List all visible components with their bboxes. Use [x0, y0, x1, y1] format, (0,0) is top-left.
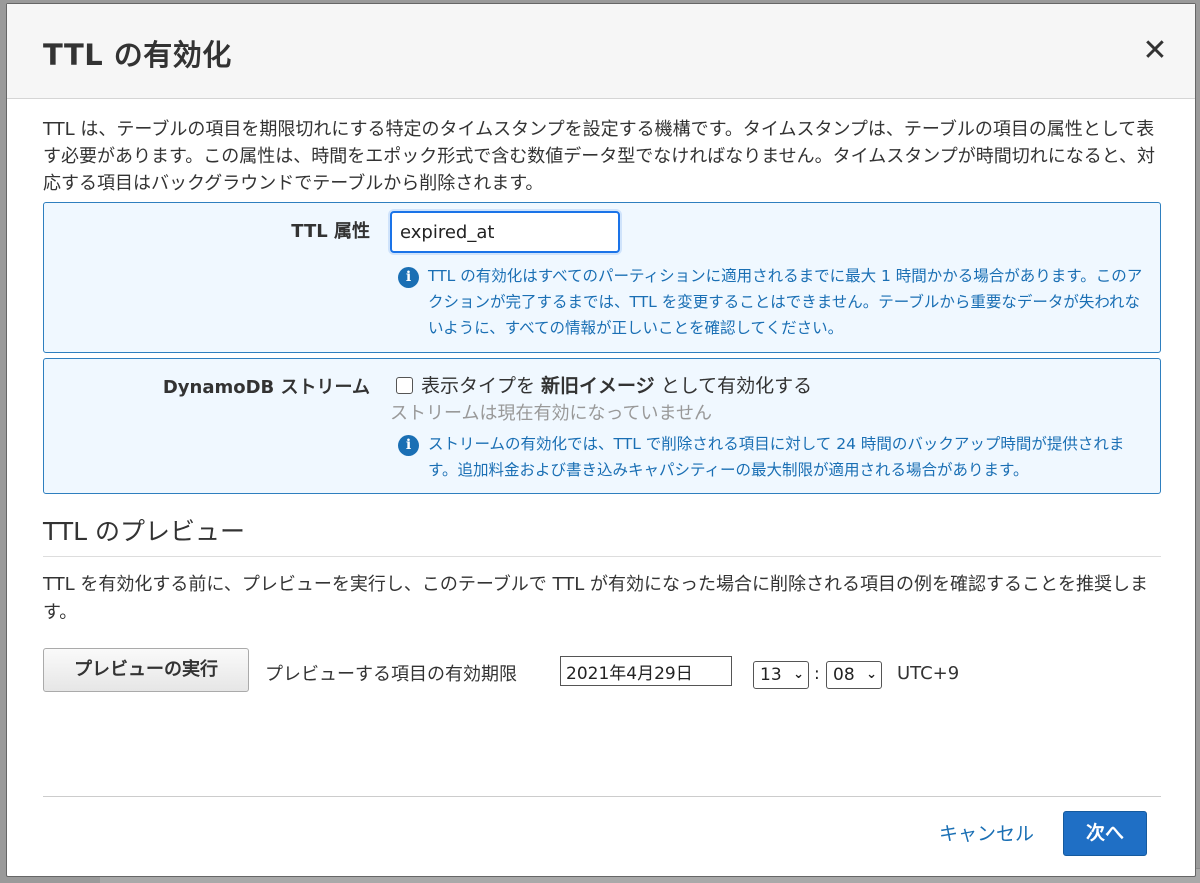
minute-value: 08 [833, 665, 855, 685]
ttl-attribute-input[interactable] [390, 211, 620, 253]
close-icon[interactable]: ✕ [1139, 36, 1171, 68]
checkbox-label-bold: 新旧イメージ [541, 375, 655, 397]
dialog-title: TTL の有効化 [43, 38, 232, 72]
time-separator: : [814, 664, 820, 684]
dialog-header: TTL の有効化 ✕ [7, 4, 1195, 99]
minute-select[interactable]: 08 ⌄ [826, 661, 882, 689]
ttl-attribute-panel: TTL 属性 i TTL の有効化はすべてのパーティションに適用されるまでに最大… [43, 202, 1161, 353]
expiry-label: プレビューする項目の有効期限 [265, 664, 517, 685]
section-divider [43, 556, 1161, 557]
ttl-info-text: TTL の有効化はすべてのパーティションに適用されるまでに最大 1 時間かかる場… [428, 267, 1143, 337]
expiry-date-input[interactable] [560, 656, 732, 686]
stream-enable-checkbox[interactable] [396, 377, 413, 394]
intro-text: TTL は、テーブルの項目を期限切れにする特定のタイムスタンプを設定する機構です… [43, 119, 1156, 194]
preview-section-title: TTL のプレビュー [43, 517, 245, 546]
run-preview-button[interactable]: プレビューの実行 [43, 648, 249, 692]
chevron-down-icon: ⌄ [866, 667, 877, 682]
checkbox-label-prefix: 表示タイプを [421, 375, 542, 397]
info-icon: i [398, 267, 419, 288]
ttl-attribute-label: TTL 属性 [291, 221, 370, 242]
info-icon: i [398, 435, 419, 456]
hour-value: 13 [760, 665, 782, 685]
checkbox-label-suffix: として有効化する [654, 375, 813, 397]
next-button[interactable]: 次へ [1063, 811, 1147, 856]
stream-checkbox-row[interactable]: 表示タイプを 新旧イメージ として有効化する [396, 371, 812, 398]
hour-select[interactable]: 13 ⌄ [753, 661, 809, 689]
stream-status-text: ストリームは現在有効になっていません [390, 403, 713, 424]
stream-label: DynamoDB ストリーム [162, 377, 370, 398]
dynamodb-stream-panel: DynamoDB ストリーム 表示タイプを 新旧イメージ として有効化する スト… [43, 358, 1161, 494]
cancel-button[interactable]: キャンセル [939, 819, 1034, 846]
stream-info-text: ストリームの有効化では、TTL で削除される項目に対して 24 時間のバックアッ… [428, 435, 1125, 479]
footer-divider [43, 796, 1161, 797]
timezone-label: UTC+9 [897, 663, 960, 684]
stream-info-note: i ストリームの有効化では、TTL で削除される項目に対して 24 時間のバック… [398, 431, 1148, 483]
preview-controls: プレビューの実行 プレビューする項目の有効期限 13 ⌄ : 08 ⌄ UTC+… [43, 648, 1161, 692]
chevron-down-icon: ⌄ [793, 667, 804, 682]
ttl-dialog: TTL の有効化 ✕ TTL は、テーブルの項目を期限切れにする特定のタイムスタ… [6, 3, 1196, 877]
preview-description: TTL を有効化する前に、プレビューを実行し、このテーブルで TTL が有効にな… [43, 574, 1148, 623]
ttl-info-note: i TTL の有効化はすべてのパーティションに適用されるまでに最大 1 時間かか… [398, 263, 1148, 341]
